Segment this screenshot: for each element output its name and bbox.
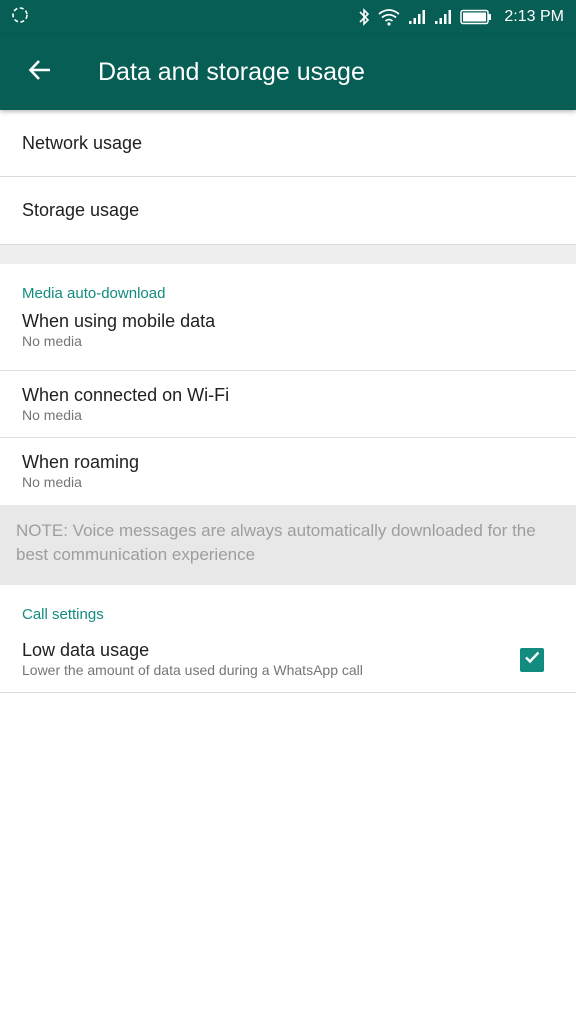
- status-bar: 2:13 PM: [0, 0, 576, 34]
- media-auto-download-header: Media auto-download: [22, 285, 166, 302]
- network-usage-label: Network usage: [22, 132, 143, 153]
- roaming-subtitle: No media: [22, 474, 82, 490]
- back-arrow-icon: [27, 57, 53, 88]
- sync-icon: [10, 5, 30, 30]
- page-title: Data and storage usage: [98, 57, 365, 86]
- storage-usage-item[interactable]: Storage usage: [0, 177, 576, 244]
- section-divider: [0, 244, 576, 264]
- mobile-data-title: When using mobile data: [22, 311, 216, 331]
- mobile-data-item[interactable]: When using mobile data No media: [0, 306, 576, 371]
- back-button[interactable]: [0, 34, 80, 110]
- voice-messages-note: NOTE: Voice messages are always automati…: [0, 505, 576, 585]
- settings-list: Network usage Storage usage Media auto-d…: [0, 110, 576, 693]
- wifi-title: When connected on Wi-Fi: [22, 384, 230, 405]
- call-settings-header: Call settings: [22, 606, 104, 623]
- low-data-usage-subtitle: Lower the amount of data used during a W…: [22, 662, 363, 678]
- roaming-item[interactable]: When roaming No media: [0, 438, 576, 505]
- wifi-subtitle: No media: [22, 406, 82, 423]
- signal-icon: [408, 9, 426, 25]
- wifi-item[interactable]: When connected on Wi-Fi No media: [0, 371, 576, 438]
- app-bar: Data and storage usage: [0, 34, 576, 110]
- low-data-usage-checkbox[interactable]: [520, 647, 544, 672]
- checkmark-icon: [523, 648, 541, 671]
- bluetooth-icon: [358, 7, 370, 27]
- network-usage-item[interactable]: Network usage: [0, 110, 576, 177]
- roaming-title: When roaming: [22, 452, 140, 472]
- wifi-icon: [378, 8, 400, 26]
- low-data-usage-item[interactable]: Low data usage Lower the amount of data …: [0, 627, 576, 693]
- mobile-data-subtitle: No media: [22, 333, 82, 349]
- low-data-usage-title: Low data usage: [22, 640, 150, 660]
- status-time: 2:13 PM: [504, 8, 564, 25]
- battery-icon: [460, 9, 492, 25]
- signal-icon: [434, 9, 452, 25]
- storage-usage-label: Storage usage: [22, 200, 140, 220]
